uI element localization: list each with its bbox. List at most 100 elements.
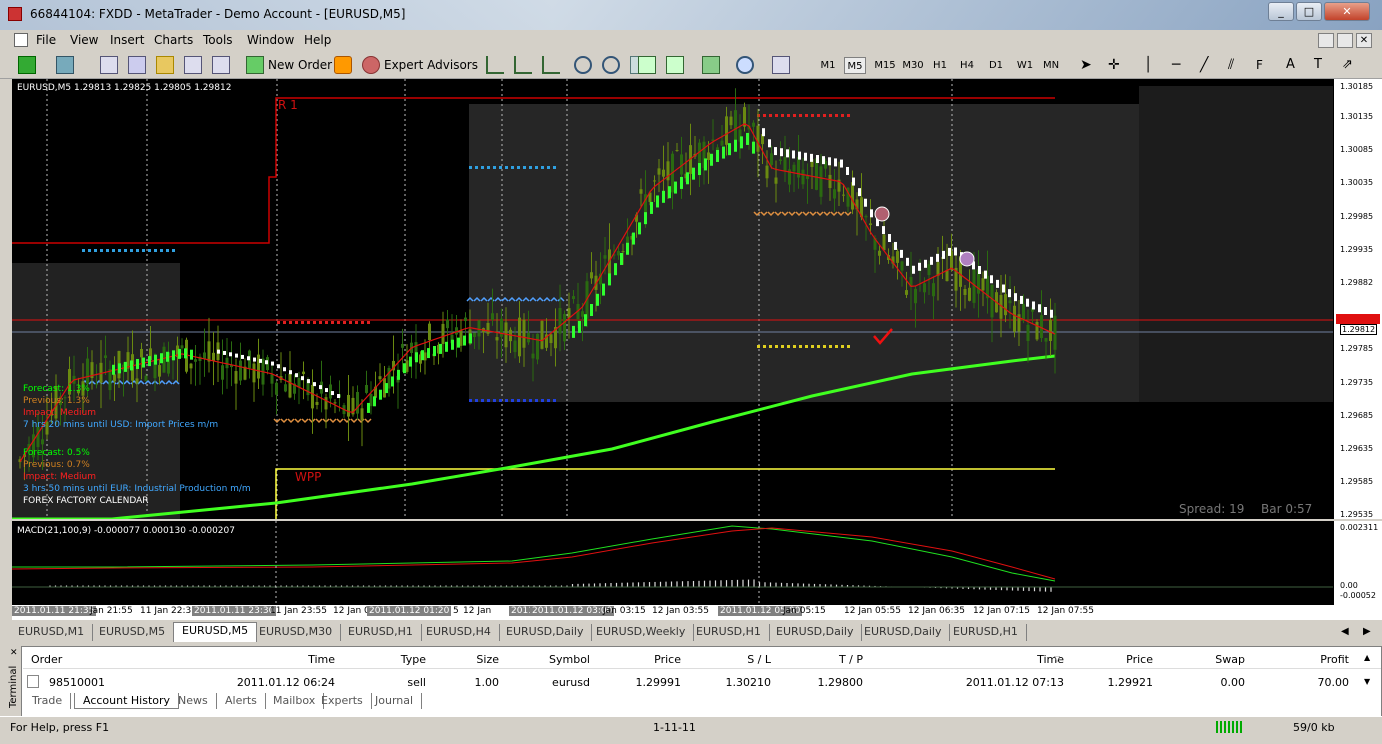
auto-scroll-icon[interactable] (638, 56, 656, 74)
menu-help[interactable]: Help (304, 33, 331, 47)
expert-advisors-icon[interactable] (362, 56, 380, 74)
text-label-icon[interactable]: T (1314, 56, 1332, 74)
col-close-price[interactable]: Price (1126, 653, 1153, 666)
chart-tab[interactable]: EURUSD,Daily (768, 624, 863, 641)
chart-tab[interactable]: EURUSD,H4 (418, 624, 500, 641)
timeframe-h1[interactable]: H1 (929, 57, 951, 74)
market-watch-icon[interactable] (100, 56, 118, 74)
alert-icon[interactable] (334, 56, 352, 74)
line-chart-icon[interactable] (542, 56, 560, 74)
tester-icon[interactable] (212, 56, 230, 74)
candlestick-icon[interactable] (514, 56, 532, 74)
chart-tab[interactable]: EURUSD,M5 (173, 622, 258, 642)
time-label: 12 Jan (463, 606, 492, 616)
minimize-button[interactable]: _ (1268, 2, 1294, 21)
folder-icon[interactable] (156, 56, 174, 74)
scroll-down-icon[interactable]: ▼ (1364, 677, 1370, 686)
expert-advisors-button[interactable]: Expert Advisors (384, 55, 478, 75)
level-marker (781, 114, 784, 117)
col-profit[interactable]: Profit (1320, 653, 1349, 666)
menu-file[interactable]: File (36, 33, 56, 47)
col-time[interactable]: Time (308, 653, 335, 666)
crosshair-icon[interactable]: ✛ (1108, 56, 1126, 74)
horizontal-line-icon[interactable]: ─ (1172, 56, 1190, 74)
chart-tab[interactable]: EURUSD,Daily (498, 624, 593, 641)
timeframe-d1[interactable]: D1 (985, 57, 1007, 74)
arrow-chain (301, 418, 309, 424)
timeframe-h4[interactable]: H4 (956, 57, 978, 74)
trend-bar (112, 364, 115, 375)
vertical-line-icon[interactable]: │ (1144, 56, 1162, 74)
chart-tab[interactable]: EURUSD,H1 (945, 624, 1027, 641)
terminal-tab[interactable]: Journal (367, 693, 423, 709)
channel-icon[interactable]: ⫽ (1228, 56, 1246, 74)
arrow-chain (343, 418, 351, 424)
text-tool-button[interactable]: A (1286, 56, 1304, 74)
tabs-scroll-left-icon[interactable]: ◀ (1341, 626, 1349, 637)
chart-tab[interactable]: EURUSD,H1 (340, 624, 422, 641)
chart-tab[interactable]: EURUSD,Weekly (588, 624, 695, 641)
chart-shift-icon[interactable] (666, 56, 684, 74)
timeframe-m5[interactable]: M5 (844, 57, 866, 74)
time-label: 11 Jan 23:55 (270, 606, 327, 616)
zoom-in-icon[interactable] (574, 56, 592, 74)
trendline-icon[interactable]: ╱ (1200, 56, 1218, 74)
trend-bar (223, 350, 226, 355)
chart-tab[interactable]: EURUSD,M5 (91, 624, 175, 641)
navigator-icon[interactable] (128, 56, 146, 74)
col-symbol[interactable]: Symbol (549, 653, 590, 666)
templates-icon[interactable] (772, 56, 790, 74)
close-button[interactable]: ✕ (1324, 2, 1370, 21)
arrows-icon[interactable]: ⇗ (1342, 56, 1360, 74)
timeframe-mn[interactable]: MN (1040, 57, 1062, 74)
chart-tab[interactable]: EURUSD,M30 (251, 624, 342, 641)
col-tp[interactable]: T / P (839, 653, 863, 666)
timeframe-m15[interactable]: M15 (873, 57, 897, 74)
scroll-up-icon[interactable]: ▲ (1364, 653, 1370, 662)
col-price[interactable]: Price (654, 653, 681, 666)
col-order[interactable]: Order (31, 653, 62, 666)
terminal-tab[interactable]: News (170, 693, 217, 709)
new-order-button[interactable]: New Order (268, 55, 332, 75)
periods-icon[interactable] (736, 56, 754, 74)
zoom-out-icon[interactable] (602, 56, 620, 74)
terminal-side-tab[interactable]: ✕ Terminal (8, 646, 22, 720)
menu-view[interactable]: View (70, 33, 98, 47)
price-chart[interactable]: EURUSD,M5 1.29813 1.29825 1.29805 1.2981… (12, 79, 1333, 519)
timeframe-w1[interactable]: W1 (1014, 57, 1036, 74)
terminal-tab[interactable]: Experts (313, 693, 372, 709)
terminal-tab[interactable]: Account History (74, 693, 180, 709)
col-size[interactable]: Size (476, 653, 499, 666)
maximize-button[interactable]: □ (1296, 2, 1322, 21)
terminal-tab[interactable]: Trade (24, 693, 72, 709)
timeframe-m30[interactable]: M30 (901, 57, 925, 74)
terminal-icon[interactable] (184, 56, 202, 74)
fibonacci-icon[interactable]: F (1256, 56, 1274, 74)
col-type[interactable]: Type (401, 653, 426, 666)
doc-minimize-button[interactable] (1318, 33, 1334, 48)
profiles-icon[interactable] (56, 56, 74, 74)
timeframe-m1[interactable]: M1 (817, 57, 839, 74)
doc-restore-button[interactable] (1337, 33, 1353, 48)
menu-insert[interactable]: Insert (110, 33, 144, 47)
macd-panel[interactable]: MACD(21,100,9) -0.000077 0.000130 -0.000… (12, 521, 1333, 605)
menu-charts[interactable]: Charts (154, 33, 193, 47)
chart-tab[interactable]: EURUSD,Daily (856, 624, 951, 641)
col-swap[interactable]: Swap (1215, 653, 1245, 666)
level-marker (553, 399, 556, 402)
candle-body (477, 320, 481, 337)
new-order-icon[interactable] (246, 56, 264, 74)
menu-window[interactable]: Window (247, 33, 294, 47)
col-sl[interactable]: S / L (747, 653, 771, 666)
cursor-icon[interactable]: ➤ (1080, 56, 1098, 74)
candle-body (1053, 315, 1057, 350)
bar-chart-icon[interactable] (486, 56, 504, 74)
chart-tab[interactable]: EURUSD,M1 (10, 624, 94, 641)
terminal-tab[interactable]: Alerts (217, 693, 266, 709)
doc-close-button[interactable]: ✕ (1356, 33, 1372, 48)
menu-tools[interactable]: Tools (203, 33, 233, 47)
new-chart-icon[interactable] (18, 56, 36, 74)
chart-tab[interactable]: EURUSD,H1 (688, 624, 770, 641)
indicators-icon[interactable] (702, 56, 720, 74)
tabs-scroll-right-icon[interactable]: ▶ (1363, 626, 1371, 637)
